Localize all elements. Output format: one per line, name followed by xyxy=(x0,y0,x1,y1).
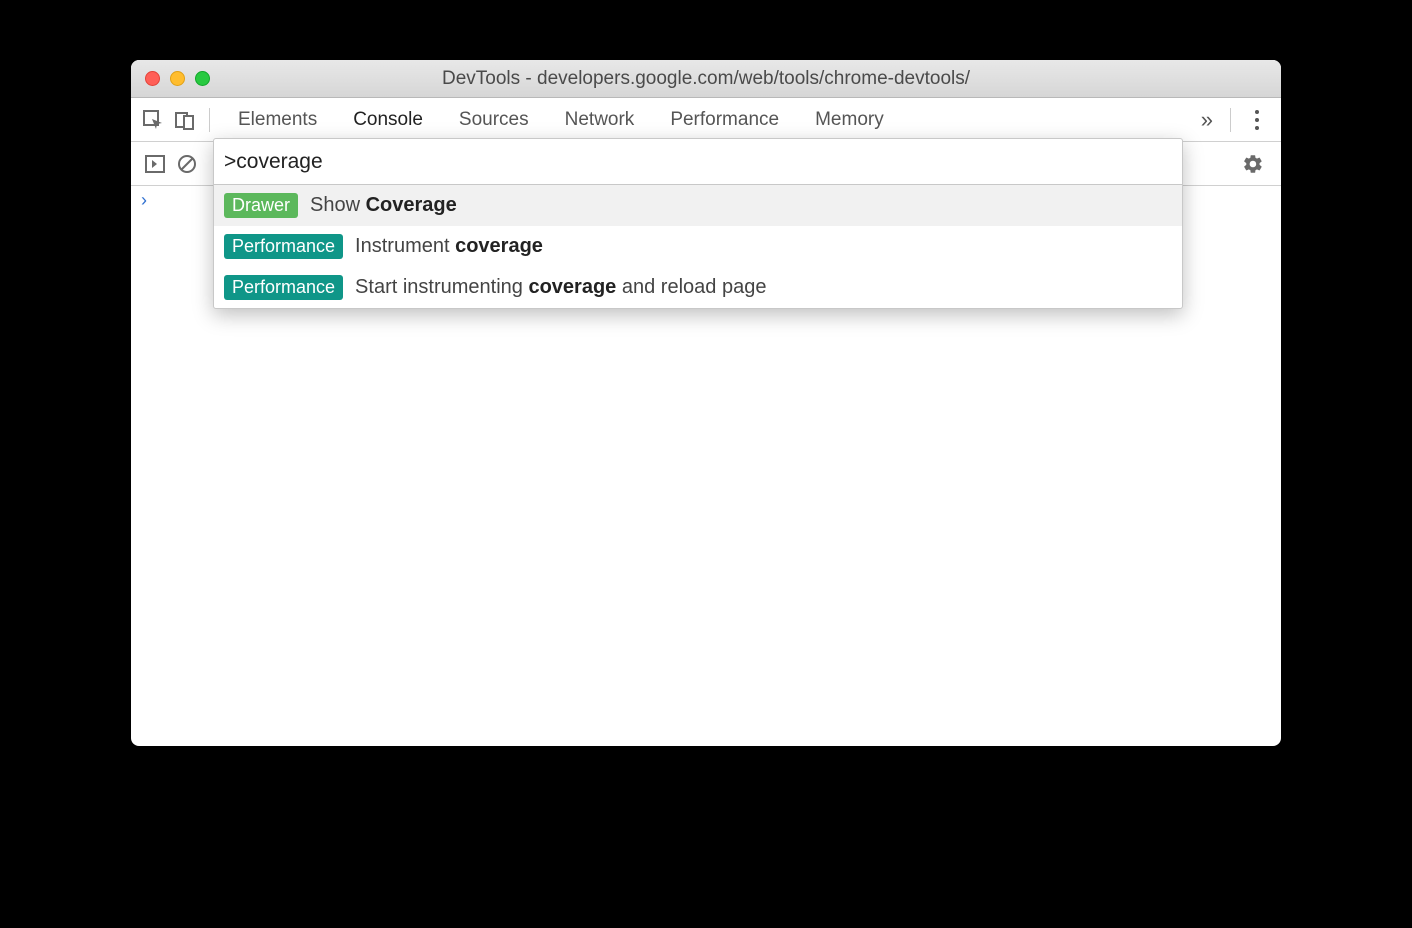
command-result[interactable]: Drawer Show Coverage xyxy=(214,185,1182,226)
tab-network[interactable]: Network xyxy=(565,109,635,131)
command-result[interactable]: Performance Instrument coverage xyxy=(214,226,1182,267)
console-content: › Drawer Show Coverage Performance Instrume… xyxy=(131,186,1281,746)
tab-sources[interactable]: Sources xyxy=(459,109,529,131)
minimize-window-button[interactable] xyxy=(170,71,185,86)
panel-tabs: Elements Console Sources Network Performance… xyxy=(218,109,1187,131)
divider xyxy=(209,108,210,132)
result-label: Show Coverage xyxy=(310,194,457,217)
close-window-button[interactable] xyxy=(145,71,160,86)
command-menu: Drawer Show Coverage Performance Instrument… xyxy=(213,138,1183,309)
devtools-window: DevTools - developers.google.com/web/too… xyxy=(131,60,1281,746)
result-badge: Performance xyxy=(224,275,343,300)
tab-console[interactable]: Console xyxy=(353,109,423,131)
result-badge: Performance xyxy=(224,234,343,259)
result-label: Instrument coverage xyxy=(355,235,543,258)
result-label: Start instrumenting coverage and reload … xyxy=(355,276,766,299)
maximize-window-button[interactable] xyxy=(195,71,210,86)
clear-console-icon[interactable] xyxy=(171,148,203,180)
titlebar: DevTools - developers.google.com/web/too… xyxy=(131,60,1281,98)
window-title: DevTools - developers.google.com/web/too… xyxy=(131,68,1281,90)
tab-elements[interactable]: Elements xyxy=(238,109,317,131)
kebab-menu-icon[interactable] xyxy=(1239,110,1275,130)
tab-performance[interactable]: Performance xyxy=(670,109,779,131)
more-tabs-icon[interactable]: » xyxy=(1187,107,1222,133)
inspect-element-icon[interactable] xyxy=(137,104,169,136)
divider xyxy=(1230,108,1231,132)
command-input[interactable] xyxy=(224,150,1172,174)
result-badge: Drawer xyxy=(224,193,298,218)
devtools-tabbar: Elements Console Sources Network Performance… xyxy=(131,98,1281,142)
device-toolbar-icon[interactable] xyxy=(169,104,201,136)
console-settings-icon[interactable] xyxy=(1241,148,1273,180)
command-result[interactable]: Performance Start instrumenting coverage … xyxy=(214,267,1182,308)
command-input-row xyxy=(214,139,1182,185)
tab-memory[interactable]: Memory xyxy=(815,109,884,131)
toggle-sidebar-icon[interactable] xyxy=(139,148,171,180)
console-prompt-chevron-icon: › xyxy=(131,186,157,746)
window-controls xyxy=(131,71,210,86)
